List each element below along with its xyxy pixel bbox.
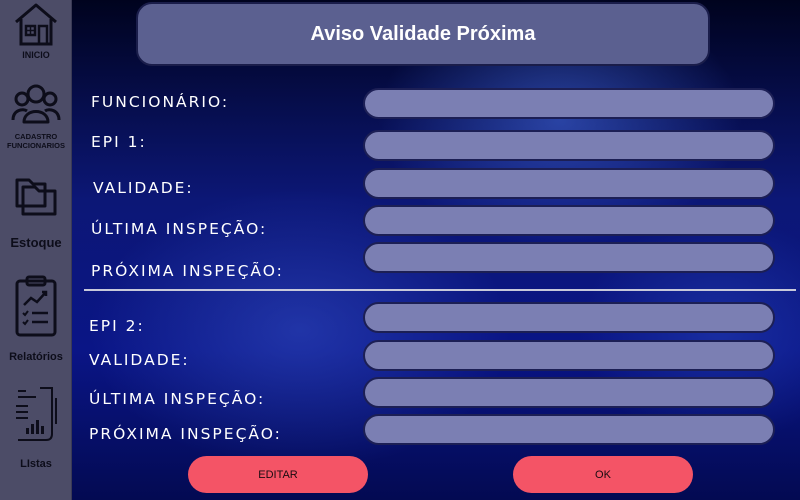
epi1-field[interactable]: [363, 130, 775, 161]
epi1-next-inspection-field[interactable]: [363, 242, 775, 273]
ok-button[interactable]: OK: [513, 456, 693, 493]
sidebar-item-label: CADASTRO FUNCIONARIOS: [7, 132, 65, 150]
epi2-last-inspection-label: ÚLTIMA INSPEÇÃO:: [89, 390, 266, 408]
sidebar-item-label: Estoque: [10, 235, 62, 250]
sidebar-item-label: INICIO: [22, 50, 50, 60]
employee-label: FUNCIONÁRIO:: [91, 93, 230, 111]
epi1-validity-label: VALIDADE:: [93, 179, 194, 197]
users-icon: [11, 84, 61, 124]
epi2-next-inspection-label: PRÓXIMA INSPEÇÃO:: [89, 425, 282, 443]
page-title-box: Aviso Validade Próxima: [136, 2, 710, 66]
home-icon: [15, 3, 57, 46]
epi2-validity-field[interactable]: [363, 340, 775, 371]
epi2-label: EPI 2:: [89, 317, 145, 335]
epi1-last-inspection-field[interactable]: [363, 205, 775, 236]
page-title: Aviso Validade Próxima: [310, 22, 536, 45]
sidebar: INICIO CADASTRO FUNCIONARIOS Estoque Rel…: [0, 0, 72, 500]
epi2-validity-label: VALIDADE:: [89, 351, 190, 369]
sidebar-item-listas[interactable]: LIstas: [0, 384, 72, 470]
edit-button[interactable]: EDITAR: [188, 456, 368, 493]
list-report-icon: [16, 387, 57, 441]
sidebar-item-relatorios[interactable]: Relatórios: [0, 275, 72, 363]
folders-icon: [15, 178, 57, 216]
epi1-last-inspection-label: ÚLTIMA INSPEÇÃO:: [91, 220, 268, 238]
epi1-next-inspection-label: PRÓXIMA INSPEÇÃO:: [91, 262, 284, 280]
epi1-validity-field[interactable]: [363, 168, 775, 199]
epi2-next-inspection-field[interactable]: [363, 414, 775, 445]
epi1-label: EPI 1:: [91, 133, 147, 151]
sidebar-item-inicio[interactable]: INICIO: [0, 0, 72, 60]
sidebar-item-label: LIstas: [20, 458, 52, 470]
epi2-last-inspection-field[interactable]: [363, 377, 775, 408]
employee-field[interactable]: [363, 88, 775, 119]
epi2-field[interactable]: [363, 302, 775, 333]
sidebar-item-estoque[interactable]: Estoque: [0, 170, 72, 250]
sidebar-item-cadastro-funcionarios[interactable]: CADASTRO FUNCIONARIOS: [0, 80, 72, 150]
clipboard-chart-icon: [15, 275, 57, 337]
sidebar-item-label: Relatórios: [9, 351, 63, 363]
section-divider: [84, 289, 796, 291]
